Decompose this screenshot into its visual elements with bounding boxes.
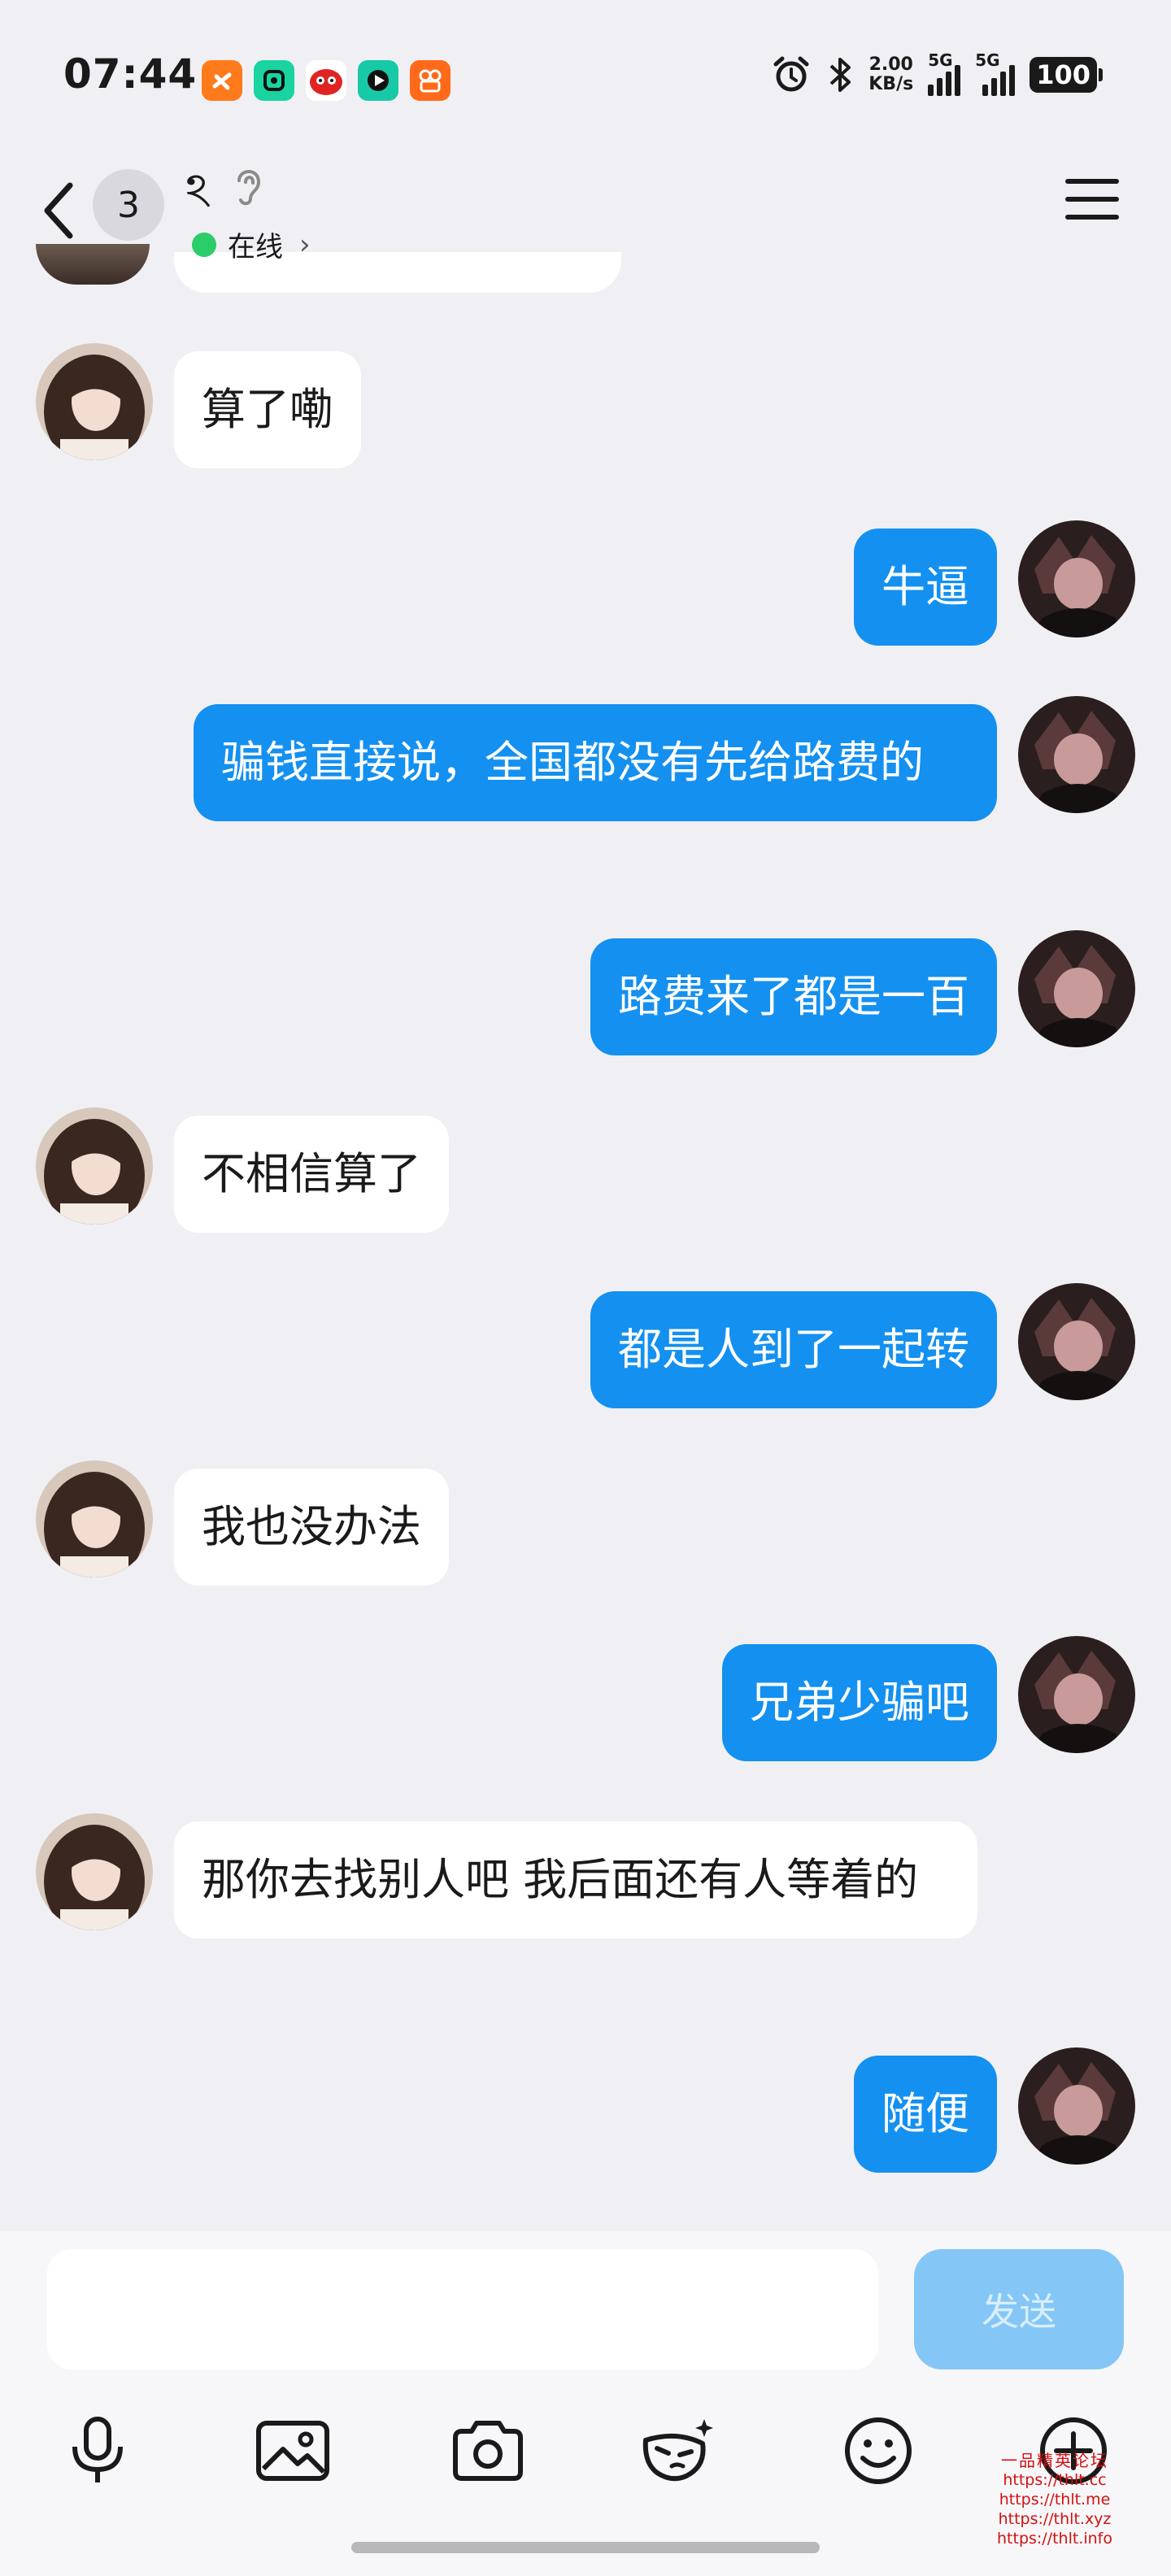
mask-icon[interactable] — [638, 2410, 719, 2491]
message-input[interactable] — [47, 2249, 878, 2369]
contact-avatar[interactable] — [36, 343, 153, 460]
sim2-label: 5G — [975, 50, 1000, 70]
my-avatar[interactable] — [1018, 930, 1135, 1047]
signal-sim2: 5G — [975, 50, 1016, 96]
my-avatar[interactable] — [1018, 1283, 1135, 1400]
contact-avatar[interactable] — [36, 1460, 153, 1577]
video-app-icon — [358, 60, 398, 101]
my-avatar[interactable] — [1018, 2047, 1135, 2165]
message-bubble-sent[interactable]: 路费来了都是一百 — [590, 938, 997, 1055]
my-avatar[interactable] — [1018, 696, 1135, 813]
message-bubble-sent[interactable]: 兄弟少骗吧 — [722, 1644, 997, 1761]
watermark-title: 一品精英论坛 — [1001, 2451, 1108, 2470]
chevron-right-icon: › — [299, 228, 311, 261]
send-button[interactable]: 发送 — [914, 2249, 1124, 2369]
status-indicators: 2.00 KB/s 5G 5G 100 — [771, 50, 1103, 96]
message-bubble-sent[interactable]: 都是人到了一起转 — [590, 1291, 997, 1408]
online-status[interactable]: 在线 › — [192, 224, 311, 264]
network-speed-unit: KB/s — [868, 74, 914, 94]
menu-icon — [1065, 179, 1119, 184]
red-app-icon — [306, 60, 346, 101]
online-status-text: 在线 — [228, 231, 283, 263]
message-bubble-received[interactable]: 那你去找别人吧 我后面还有人等着的 — [174, 1821, 977, 1939]
clock: 07:44 — [63, 50, 198, 98]
status-bar: 07:44 2.00 KB/s 5G 5G 100 — [0, 0, 1171, 154]
chevron-left-icon — [44, 182, 73, 239]
my-avatar[interactable] — [1018, 520, 1135, 637]
chat-screen: 07:44 2.00 KB/s 5G 5G 100 3 ঽ 在线 › 算了嘞 牛… — [0, 0, 1171, 2576]
wechat-mini-icon — [254, 60, 294, 101]
watermark: 一品精英论坛 https://thlt.cc https://thlt.me h… — [986, 2451, 1124, 2548]
message-bubble-received[interactable]: 不相信算了 — [174, 1116, 449, 1233]
bluetooth-icon — [829, 58, 851, 92]
message-bubble-sent[interactable]: 牛逼 — [854, 529, 997, 646]
camera-icon[interactable] — [447, 2410, 529, 2491]
composer: 发送 一品精英论坛 https://thlt.cc https://thlt.m… — [0, 2231, 1171, 2576]
alarm-icon — [773, 56, 809, 92]
battery-indicator: 100 — [1030, 57, 1103, 93]
battery-level: 100 — [1030, 57, 1097, 93]
message-bubble-received[interactable]: 算了嘞 — [174, 351, 361, 468]
notification-icons — [202, 60, 451, 101]
ear-icon[interactable] — [231, 163, 267, 211]
watermark-line: https://thlt.me — [999, 2491, 1111, 2509]
microphone-icon[interactable] — [57, 2410, 138, 2491]
home-indicator[interactable] — [351, 2542, 820, 2553]
emoji-icon[interactable] — [838, 2410, 919, 2491]
taobao-icon — [202, 60, 242, 101]
my-avatar[interactable] — [1018, 1636, 1135, 1753]
back-button[interactable] — [36, 174, 85, 247]
message-bubble-received[interactable]: 我也没办法 — [174, 1469, 449, 1586]
chat-header: 3 ঽ 在线 › — [0, 154, 1171, 285]
menu-button[interactable] — [1065, 179, 1119, 228]
message-bubble-sent[interactable]: 骗钱直接说，全国都没有先给路费的 — [194, 704, 997, 821]
network-speed: 2.00 KB/s — [868, 55, 913, 94]
message-bubble-sent[interactable]: 随便 — [854, 2056, 997, 2173]
online-dot-icon — [192, 232, 216, 257]
contact-avatar[interactable] — [36, 1813, 153, 1930]
image-icon[interactable] — [252, 2410, 333, 2491]
signal-sim1: 5G — [928, 50, 961, 96]
network-speed-value: 2.00 — [868, 54, 913, 75]
unread-count-badge: 3 — [93, 169, 164, 241]
watermark-line: https://thlt.cc — [1003, 2471, 1107, 2489]
watermark-line: https://thlt.info — [997, 2530, 1112, 2548]
watermark-line: https://thlt.xyz — [998, 2510, 1112, 2528]
kuaishou-icon — [410, 60, 451, 101]
sim1-label: 5G — [928, 50, 953, 70]
contact-name[interactable]: ঽ — [185, 154, 211, 233]
contact-avatar[interactable] — [36, 1107, 153, 1225]
